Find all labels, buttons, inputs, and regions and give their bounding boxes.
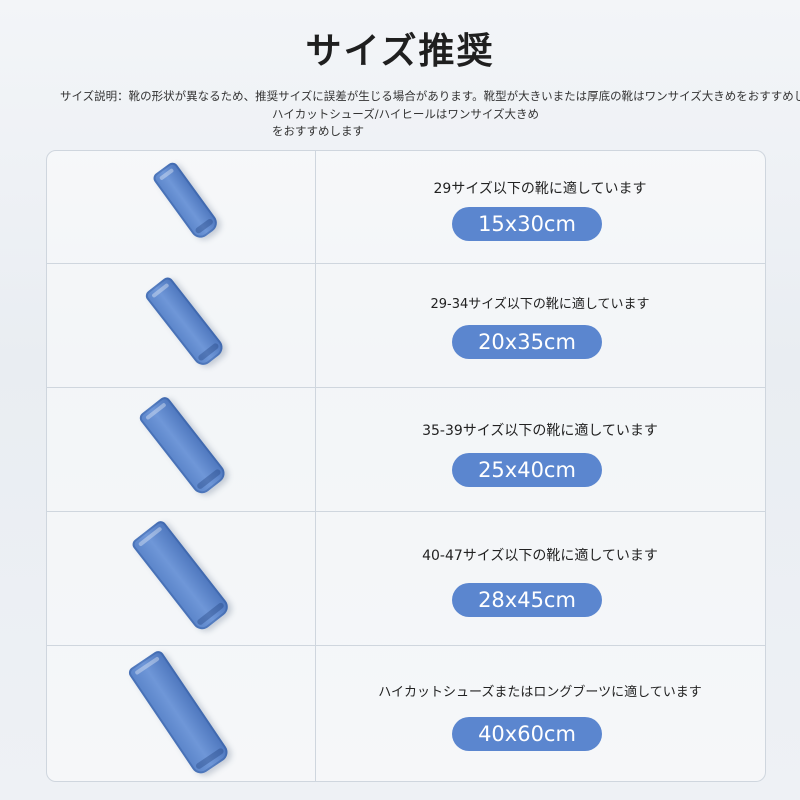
size-badge: 15x30cm xyxy=(452,207,602,241)
suitable-text: 40-47サイズ以下の靴に適しています xyxy=(422,548,658,564)
size-description: サイズ説明：靴の形状が異なるため、推奨サイズに誤差が生じる場合があります。靴型が… xyxy=(60,89,800,103)
size-badge: 28x45cm xyxy=(452,583,602,617)
size-badge: 25x40cm xyxy=(452,453,602,487)
size-row-1: 29サイズ以下の靴に適しています 15x30cm xyxy=(47,151,765,264)
size-table: 29サイズ以下の靴に適しています 15x30cm 29-34サイズ以下の靴に適し… xyxy=(46,150,766,782)
bag-image-cell xyxy=(47,645,316,781)
blue-bag-icon xyxy=(130,518,232,634)
blue-bag-icon xyxy=(137,394,229,498)
size-description-line2: ハイカットシューズ/ハイヒールはワンサイズ大きめ xyxy=(272,107,539,121)
suitable-text: 29サイズ以下の靴に適しています xyxy=(433,181,647,197)
size-row-3: 35-39サイズ以下の靴に適しています 25x40cm xyxy=(47,387,765,512)
size-description-line3: をおすすめします xyxy=(272,124,364,138)
suitable-text: 29-34サイズ以下の靴に適しています xyxy=(430,297,650,312)
suitable-text: ハイカットシューズまたはロングブーツに適しています xyxy=(378,685,702,700)
bag-image-cell xyxy=(47,387,316,511)
size-badge: 40x60cm xyxy=(452,717,602,751)
size-row-2: 29-34サイズ以下の靴に適しています 20x35cm xyxy=(47,263,765,388)
size-row-4: 40-47サイズ以下の靴に適しています 28x45cm xyxy=(47,511,765,646)
size-badge: 20x35cm xyxy=(452,325,602,359)
blue-bag-icon xyxy=(151,160,221,242)
blue-bag-icon xyxy=(143,275,227,369)
page-title: サイズ推奨 xyxy=(305,31,495,72)
size-row-5: ハイカットシューズまたはロングブーツに適しています 40x60cm xyxy=(47,645,765,781)
bag-image-cell xyxy=(47,263,316,387)
blue-bag-icon xyxy=(126,648,232,778)
suitable-text: 35-39サイズ以下の靴に適しています xyxy=(422,423,658,439)
bag-image-cell xyxy=(47,151,316,263)
bag-image-cell xyxy=(47,511,316,645)
